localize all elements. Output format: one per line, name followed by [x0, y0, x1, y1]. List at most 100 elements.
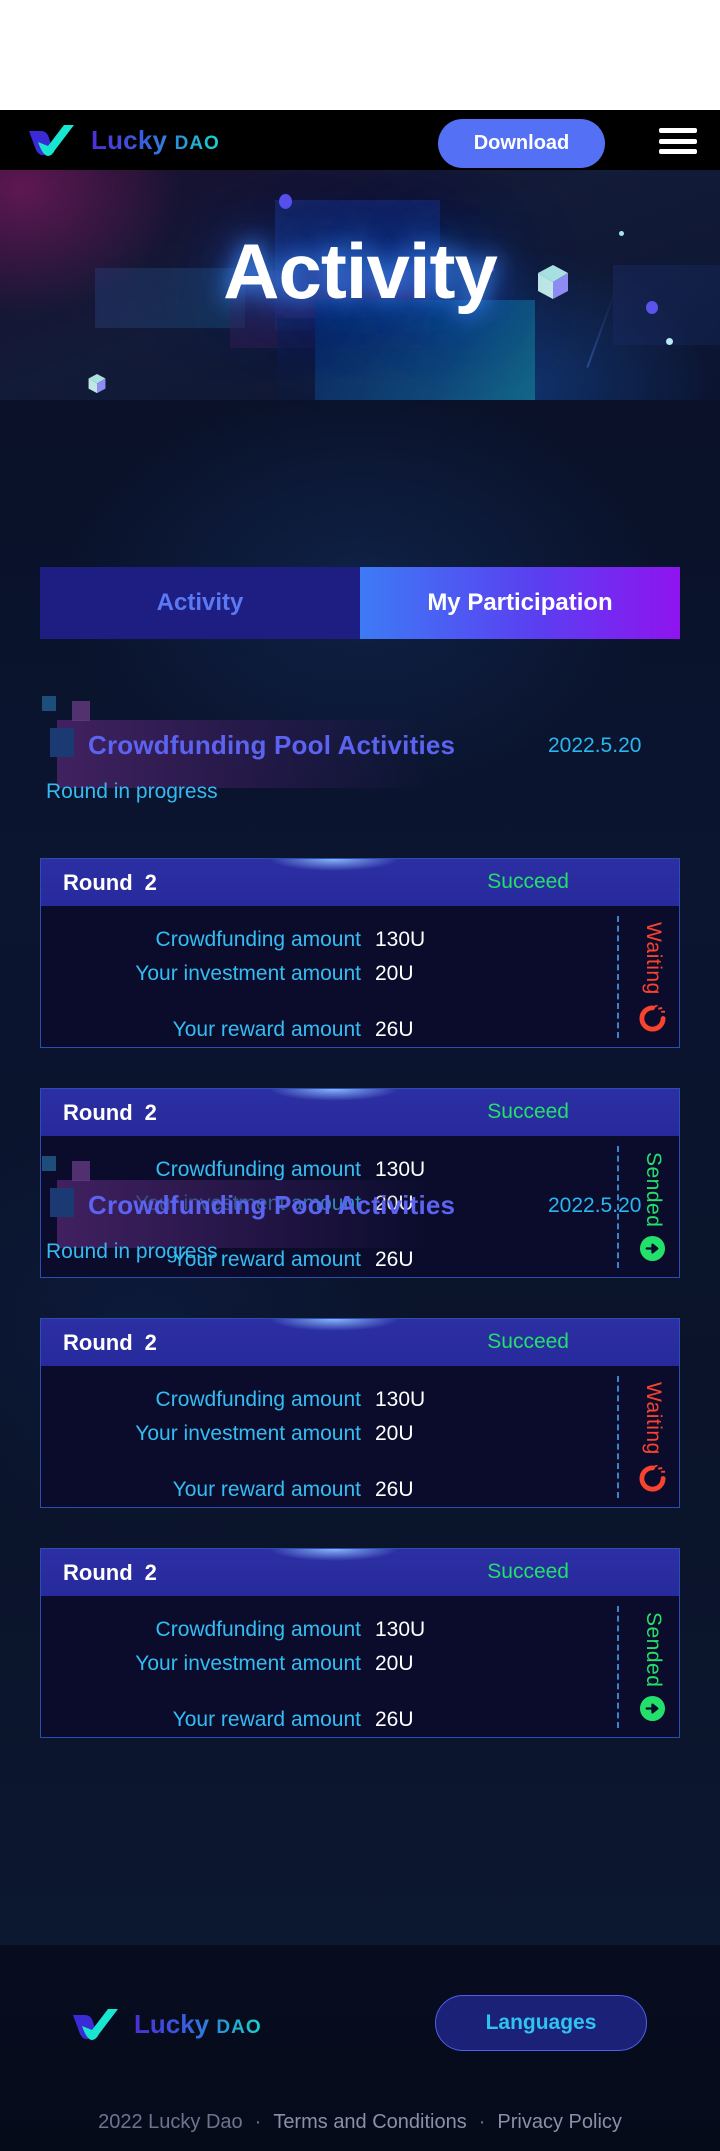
- detail-row: Your reward amount 26U: [111, 1708, 414, 1732]
- section-decor-square: [72, 701, 90, 721]
- section-date: 2022.5.20: [548, 1194, 642, 1217]
- section-decor-square: [72, 1161, 90, 1181]
- link-separator: ·: [478, 2111, 486, 2133]
- detail-value: 26U: [375, 1248, 414, 1271]
- spinner-icon: [639, 1005, 666, 1032]
- tab-my-participation[interactable]: My Participation: [360, 567, 680, 639]
- round-in-progress-label: Round in progress: [46, 780, 218, 803]
- side-status-label: Sended: [642, 1612, 665, 1688]
- detail-label: Your reward amount: [172, 1478, 361, 1501]
- languages-button[interactable]: Languages: [435, 1995, 647, 2051]
- round-card[interactable]: Round 2 Succeed Crowdfunding amount 130U …: [40, 858, 680, 1048]
- detail-value: 20U: [375, 962, 414, 985]
- site-footer: Lucky DAO Languages 2022 Lucky Dao · Ter…: [0, 1945, 720, 2151]
- detail-label: Crowdfunding amount: [155, 928, 361, 951]
- round-card[interactable]: Round 2 Succeed Crowdfunding amount 130U …: [40, 1318, 680, 1508]
- page-root: Lucky DAO Download Activity Activity My …: [0, 0, 720, 2151]
- side-status-label: Waiting: [642, 1382, 665, 1455]
- detail-label: Your reward amount: [172, 1708, 361, 1731]
- hamburger-bar: [659, 149, 697, 154]
- round-card-body: Crowdfunding amount 130U Your investment…: [41, 906, 679, 1047]
- round-status-badge: Succeed: [487, 1100, 569, 1123]
- round-card-header: Round 2 Succeed: [41, 1319, 679, 1366]
- top-blank-strip: [0, 0, 720, 110]
- round-status-badge: Succeed: [487, 870, 569, 893]
- arrow-right-circle-icon[interactable]: [639, 1235, 666, 1262]
- detail-label: Your investment amount: [135, 962, 361, 985]
- hamburger-bar: [659, 128, 697, 133]
- section-title: Crowdfunding Pool Activities: [88, 730, 456, 760]
- detail-label: Your reward amount: [172, 1018, 361, 1041]
- detail-row: Crowdfunding amount 130U: [111, 1388, 426, 1412]
- section-title: Crowdfunding Pool Activities: [88, 1190, 456, 1220]
- round-status-badge: Succeed: [487, 1330, 569, 1353]
- header-logo[interactable]: Lucky DAO: [28, 123, 220, 157]
- detail-value: 130U: [375, 1388, 426, 1411]
- round-in-progress-label: Round in progress: [46, 1240, 218, 1263]
- spinner-icon: [639, 1465, 666, 1492]
- detail-value: 130U: [375, 928, 426, 951]
- detail-row: Your reward amount 26U: [111, 1478, 414, 1502]
- copyright-text: 2022 Lucky Dao: [98, 2111, 243, 2133]
- detail-value: 20U: [375, 1652, 414, 1675]
- tab-activity[interactable]: Activity: [40, 567, 360, 639]
- hero-decor-dot: [279, 194, 292, 209]
- section-date: 2022.5.20: [548, 734, 642, 757]
- dashed-divider: [617, 1606, 619, 1728]
- detail-row: Your reward amount 26U: [111, 1018, 414, 1042]
- round-title: Round 2: [63, 1559, 157, 1585]
- dashed-divider: [617, 1376, 619, 1498]
- round-title: Round 2: [63, 1099, 157, 1125]
- footer-logo[interactable]: Lucky DAO: [72, 2007, 262, 2041]
- round-card-body: Crowdfunding amount 130U Your investment…: [41, 1596, 679, 1737]
- lucky-dao-check-logo-icon: [73, 2009, 118, 2040]
- footer-links: 2022 Lucky Dao · Terms and Conditions · …: [0, 2111, 720, 2134]
- footer-logo-text: Lucky DAO: [134, 2008, 262, 2039]
- detail-row: Your investment amount 20U: [111, 1422, 414, 1446]
- site-header: Lucky DAO Download: [0, 110, 720, 170]
- hero-cube-small-icon: [88, 373, 106, 394]
- tab-bar: Activity My Participation: [40, 567, 680, 639]
- round-card[interactable]: Round 2 Succeed Crowdfunding amount 130U …: [40, 1548, 680, 1738]
- detail-label: Your investment amount: [135, 1422, 361, 1445]
- detail-value: 130U: [375, 1618, 426, 1641]
- section-decor-square: [50, 728, 74, 757]
- detail-row: Crowdfunding amount 130U: [111, 928, 426, 952]
- detail-label: Your investment amount: [135, 1652, 361, 1675]
- arrow-right-circle-icon[interactable]: [639, 1695, 666, 1722]
- round-card-header: Round 2 Succeed: [41, 1549, 679, 1596]
- section-decor-square: [42, 696, 56, 711]
- link-separator: ·: [254, 2111, 262, 2133]
- header-logo-text: Lucky DAO: [91, 124, 220, 155]
- activity-section: Crowdfunding Pool Activities 2022.5.20 R…: [0, 1130, 720, 1263]
- round-status-badge: Succeed: [487, 1560, 569, 1583]
- page-title: Activity: [223, 227, 498, 315]
- section-header: Crowdfunding Pool Activities 2022.5.20 R…: [0, 670, 720, 803]
- section-decor-square: [50, 1188, 74, 1217]
- side-status-label: Waiting: [642, 922, 665, 995]
- detail-row: Your investment amount 20U: [111, 1652, 414, 1676]
- download-button[interactable]: Download: [438, 119, 605, 168]
- hamburger-menu-icon[interactable]: [659, 128, 697, 154]
- detail-value: 26U: [375, 1708, 414, 1731]
- round-card-body: Crowdfunding amount 130U Your investment…: [41, 1366, 679, 1507]
- section-decor-square: [42, 1156, 56, 1171]
- round-card-header: Round 2 Succeed: [41, 1089, 679, 1136]
- terms-link[interactable]: Terms and Conditions: [273, 2111, 466, 2134]
- detail-row: Crowdfunding amount 130U: [111, 1618, 426, 1642]
- detail-value: 20U: [375, 1422, 414, 1445]
- privacy-link[interactable]: Privacy Policy: [497, 2111, 621, 2134]
- dashed-divider: [617, 916, 619, 1038]
- detail-label: Crowdfunding amount: [155, 1388, 361, 1411]
- lucky-dao-check-logo-icon: [29, 125, 74, 156]
- detail-label: Crowdfunding amount: [155, 1618, 361, 1641]
- round-card-header: Round 2 Succeed: [41, 859, 679, 906]
- round-title: Round 2: [63, 869, 157, 895]
- detail-value: 26U: [375, 1478, 414, 1501]
- activity-section: Crowdfunding Pool Activities 2022.5.20 R…: [0, 670, 720, 803]
- detail-value: 26U: [375, 1018, 414, 1041]
- detail-row: Your investment amount 20U: [111, 962, 414, 986]
- hero-decor-dot: [666, 338, 673, 345]
- round-title: Round 2: [63, 1329, 157, 1355]
- hero-banner: Activity: [0, 170, 720, 400]
